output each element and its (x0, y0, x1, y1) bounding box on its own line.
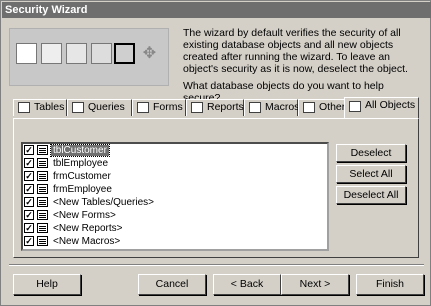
list-item[interactable]: ✓ <New Tables/Queries> (23, 197, 327, 208)
report-icon (191, 102, 203, 113)
tab-forms[interactable]: Forms (132, 99, 186, 116)
list-item[interactable]: ✓ <New Macros> (23, 236, 327, 247)
list-item-label: frmCustomer (53, 171, 111, 182)
tab-queries[interactable]: Queries (67, 99, 132, 116)
object-list[interactable]: ✓ tblCustomer ✓ tblEmployee ✓ frmCustome… (21, 142, 329, 251)
report-icon (37, 223, 48, 233)
list-item-label: <New Macros> (53, 236, 121, 247)
checkbox[interactable]: ✓ (24, 184, 34, 194)
tab-macros[interactable]: Macros (244, 99, 300, 116)
report-icon (91, 43, 112, 64)
list-item-label: tblEmployee (53, 158, 109, 169)
form-icon (37, 210, 48, 220)
checkbox[interactable]: ✓ (24, 223, 34, 233)
form-icon (137, 102, 149, 113)
deselect-all-button[interactable]: Deselect All (336, 186, 406, 204)
query-icon (72, 102, 84, 113)
window-title: Security Wizard (2, 2, 431, 18)
all-objects-icon (349, 101, 361, 112)
tab-label: Queries (88, 101, 125, 113)
list-item-label: tblCustomer (50, 144, 110, 157)
list-item-label: <New Tables/Queries> (53, 197, 154, 208)
other-icon (303, 102, 315, 113)
tab-tables[interactable]: Tables (13, 99, 67, 116)
table-icon (37, 197, 48, 207)
checkbox[interactable]: ✓ (24, 236, 34, 246)
tab-label: All Objects (365, 99, 416, 111)
checkbox[interactable]: ✓ (24, 210, 34, 220)
list-item-label: frmEmployee (53, 184, 112, 195)
table-icon (37, 145, 48, 155)
deselect-button[interactable]: Deselect (336, 144, 406, 162)
list-item[interactable]: ✓ frmEmployee (23, 184, 327, 195)
checkbox[interactable]: ✓ (24, 197, 34, 207)
macro-icon (114, 43, 135, 64)
cancel-button[interactable]: Cancel (138, 274, 206, 295)
form-icon (37, 184, 48, 194)
table-icon (18, 102, 30, 113)
object-type-banner: ✥ (9, 28, 169, 86)
checkbox[interactable]: ✓ (24, 171, 34, 181)
tab-other[interactable]: Other (298, 99, 346, 116)
tab-all-objects[interactable]: All Objects (344, 97, 419, 118)
finish-button[interactable]: Finish (356, 274, 424, 295)
tab-label: Other (319, 101, 346, 113)
security-wizard-window: Security Wizard ✥ The wizard by default … (0, 0, 431, 306)
module-icon: ✥ (142, 45, 157, 62)
tab-label: Forms (153, 101, 183, 113)
tab-label: Macros (265, 101, 300, 113)
list-item[interactable]: ✓ tblEmployee (23, 158, 327, 169)
object-tabs: Tables Queries Forms Reports Macros Othe… (13, 97, 429, 118)
tab-label: Tables (34, 101, 65, 113)
wizard-description: The wizard by default verifies the secur… (183, 27, 408, 75)
list-item-label: <New Reports> (53, 223, 123, 234)
list-item[interactable]: ✓ <New Reports> (23, 223, 327, 234)
table-icon (16, 43, 37, 64)
table-icon (37, 158, 48, 168)
help-button[interactable]: Help (13, 274, 81, 295)
list-item-label: <New Forms> (53, 210, 116, 221)
query-icon (41, 43, 62, 64)
select-all-button[interactable]: Select All (336, 165, 406, 183)
form-icon (66, 43, 87, 64)
tab-label: Reports (207, 101, 244, 113)
footer-divider (9, 264, 424, 266)
macro-icon (249, 102, 261, 113)
list-item[interactable]: ✓ <New Forms> (23, 210, 327, 221)
checkbox[interactable]: ✓ (24, 145, 34, 155)
back-button[interactable]: < Back (213, 274, 281, 295)
next-button[interactable]: Next > (281, 274, 349, 295)
checkbox[interactable]: ✓ (24, 158, 34, 168)
form-icon (37, 171, 48, 181)
list-item[interactable]: ✓ tblCustomer (23, 144, 327, 157)
tab-reports[interactable]: Reports (186, 99, 244, 116)
macro-icon (37, 236, 48, 246)
list-item[interactable]: ✓ frmCustomer (23, 171, 327, 182)
